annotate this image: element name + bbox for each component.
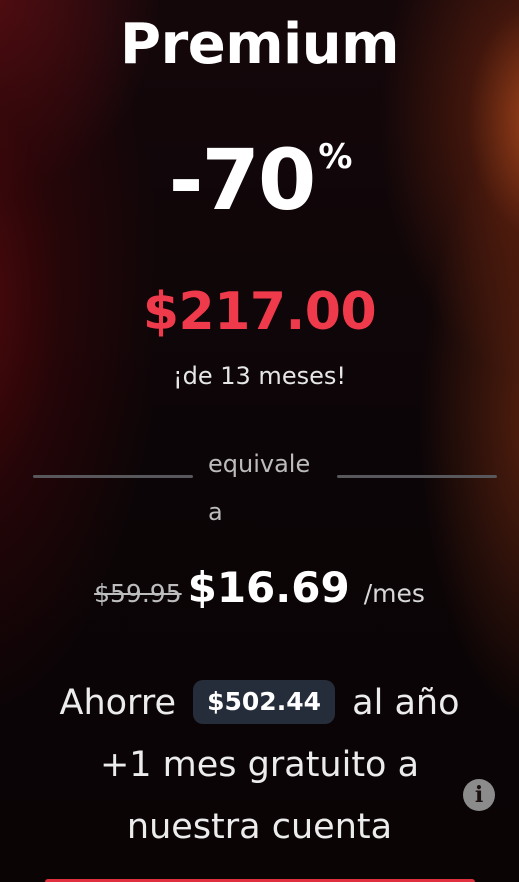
discount-percent-sign: % [318, 137, 352, 177]
bonus-line-2: nuestra cuenta [126, 807, 393, 847]
total-price: $217.00 [142, 282, 377, 342]
bonus-line-1: +1 mes gratuito a [99, 745, 420, 785]
duration-note: ¡de 13 meses! [173, 362, 346, 390]
savings-line: Ahorre $502.44 al año [0, 672, 519, 734]
monthly-price-row: $59.95 $16.69/mes [0, 563, 519, 612]
discount-value: -70 [168, 131, 317, 229]
savings-text: Ahorre $502.44 al año +1 mes gratuito a … [0, 672, 519, 858]
savings-prefix: Ahorre [59, 683, 176, 723]
savings-suffix: al año [352, 683, 460, 723]
savings-amount-badge: $502.44 [193, 680, 335, 724]
equivalence-label-line2: a [208, 498, 223, 526]
equivalence-label: equivale a [208, 440, 338, 536]
divider-left [33, 475, 193, 478]
price-period: /mes [363, 579, 425, 608]
old-monthly-price: $59.95 [94, 579, 182, 608]
plan-title: Premium [120, 12, 399, 77]
new-monthly-price: $16.69 [187, 563, 350, 612]
equivalence-label-line1: equivale [208, 450, 311, 478]
info-icon[interactable]: i [463, 779, 495, 811]
divider-right [337, 475, 497, 478]
discount-label: -70% [0, 138, 519, 222]
